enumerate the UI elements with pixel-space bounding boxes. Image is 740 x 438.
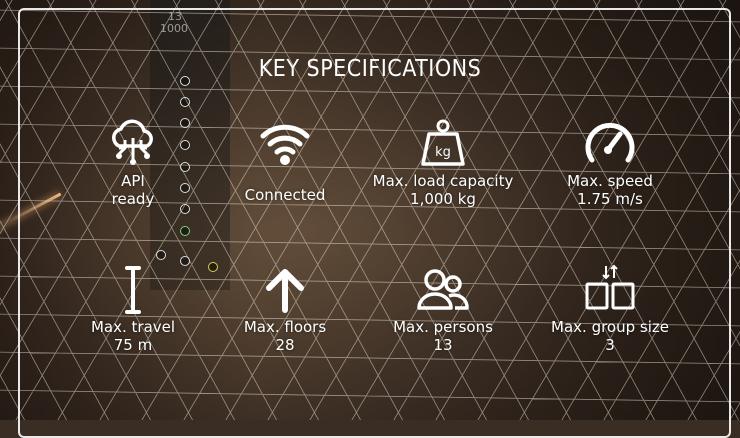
persons-icon [417,269,469,310]
spec-floors: Max. floors 28 [205,262,365,354]
spec-persons: Max. persons 13 [363,262,523,354]
wifi-icon [260,124,310,165]
spec-label: Max. persons [393,318,493,336]
page-title: KEY SPECIFICATIONS [258,56,482,82]
spec-value: 1,000 kg [410,190,476,208]
spec-api: API ready [53,116,213,208]
spec-label: Connected [244,186,326,204]
group-size-icon [585,264,635,310]
spec-label: Max. travel [90,318,176,336]
spec-value: 28 [275,336,295,354]
spec-value: 75 m [113,336,153,354]
spec-value: ready [111,190,155,208]
spec-speed: Max. speed 1.75 m/s [530,116,690,208]
travel-height-icon [125,266,141,314]
arrow-up-icon [266,269,304,313]
spec-label: Max. group size [551,318,669,336]
cloud-network-icon [112,119,153,165]
weight-kg-icon: kg [421,119,465,166]
spec-label: Max. speed [567,172,653,190]
spec-label: API [121,172,145,190]
spec-value: 13 [433,336,453,354]
spec-value: 1.75 m/s [577,190,643,208]
spec-label: Max. load capacity [372,172,514,190]
spec-connection: Connected [205,116,365,204]
spec-load-capacity: kg Max. load capacity 1,000 kg [363,116,523,208]
spec-label: Max. floors [243,318,327,336]
spec-group-size: Max. group size 3 [530,262,690,354]
spec-value: 3 [605,336,615,354]
spec-travel: Max. travel 75 m [53,262,213,354]
svg-text:kg: kg [435,145,451,160]
speedometer-icon [585,122,635,163]
